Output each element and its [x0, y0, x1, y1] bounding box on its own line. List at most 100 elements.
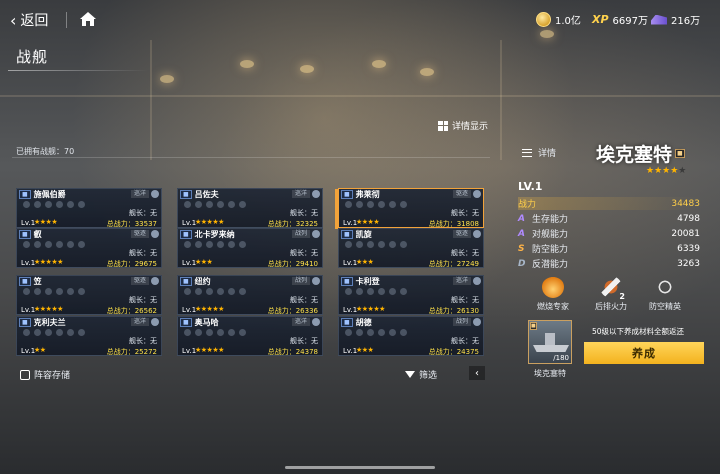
ship-type-badge: 战列 — [291, 277, 310, 285]
ship-card[interactable]: ■ 纽约 战列 舰长：无 Lv.1 ★★★★★ 总战力：26336 — [177, 275, 323, 315]
nation-icon — [151, 190, 159, 198]
stat-value: 3263 — [677, 258, 700, 269]
ship-name: 克利夫兰 — [33, 317, 66, 327]
ship-thumbnail[interactable]: ■ /180 — [528, 320, 572, 364]
equip-slot-icon — [206, 241, 213, 248]
equip-slot-icon — [378, 241, 385, 248]
detail-display-toggle[interactable]: 详情显示 — [438, 119, 488, 132]
ship-type-badge: 驱逐 — [130, 230, 149, 238]
equip-slot-icon — [23, 241, 30, 248]
detail-button[interactable]: 详情 — [522, 146, 556, 159]
equip-slot-icon — [184, 241, 191, 248]
anti-air-icon — [654, 276, 676, 298]
stat-row-anti-ship: A 对舰能力 20081 — [518, 227, 700, 241]
equip-slot-icon — [356, 201, 363, 208]
equipment-slots — [23, 201, 85, 208]
filter-label: 筛选 — [419, 371, 438, 381]
ship-card[interactable]: ■ 笠驱逐 舰长：无 Lv.1 ★★★★★ 总战力：26562 — [16, 275, 162, 315]
equip-slot-icon — [367, 201, 374, 208]
stat-row-anti-air: S 防空能力 6339 — [518, 242, 700, 256]
ship-captain: 舰长：无 — [129, 337, 157, 345]
owned-count: 已拥有战舰：70 — [16, 147, 75, 156]
nation-icon — [151, 277, 159, 285]
ship-captain: 舰长：无 — [451, 337, 479, 345]
collapse-button[interactable]: ‹ — [469, 366, 485, 380]
ship-power: 总战力：26562 — [106, 307, 157, 315]
ship-class-icon: ■ — [180, 317, 192, 327]
chevron-left-icon: ‹ — [10, 10, 17, 30]
power-row: 战力 34483 — [518, 197, 700, 210]
ship-card[interactable]: ■ 奥马哈 巡洋 舰长：无 Lv.1 ★★★★★ 总战力：24378 — [177, 316, 323, 356]
home-icon[interactable] — [79, 11, 97, 27]
ship-type-badge: 巡洋 — [130, 318, 149, 326]
nation-icon — [473, 190, 481, 198]
equip-slot-icon — [184, 288, 191, 295]
ship-card[interactable]: ■ 吕佐夫 巡洋 舰长：无 Lv.1 ★★★★★ 总战力：32325 — [177, 188, 323, 228]
hangar-beam — [0, 95, 720, 97]
equip-slot-icon — [389, 201, 396, 208]
top-bar: ‹ 返回 1.0亿 XP 6697万 216万 — [0, 0, 720, 40]
equip-slot-icon — [217, 288, 224, 295]
ship-captain: 舰长：无 — [290, 209, 318, 217]
ship-card[interactable]: ■ 卡利登 巡洋 舰长：无 Lv.1 ★★★★★ 总战力：26130 — [338, 275, 484, 315]
chevron-left-icon: ‹ — [475, 367, 479, 379]
equip-slot-icon — [45, 241, 52, 248]
equip-slot-icon — [378, 201, 385, 208]
fire-icon — [542, 276, 564, 298]
ship-card[interactable]: ■ 胡德 战列 舰长：无 Lv.1 ★★★ 总战力：24375 — [338, 316, 484, 356]
ship-resource: 216万 — [651, 12, 700, 27]
ship-captain: 舰长：无 — [290, 337, 318, 345]
ship-level: LV.1 — [518, 180, 543, 193]
filled-stars: ★★★★ — [646, 166, 679, 176]
ship-name: 吕佐夫 — [194, 189, 219, 199]
ship-captain: 舰长：无 — [129, 296, 157, 304]
thumbnail-label: 埃克塞特 — [534, 369, 566, 378]
ship-power: 总战力：26130 — [428, 307, 479, 315]
equip-slot-icon — [400, 241, 407, 248]
equip-slot-icon — [228, 329, 235, 336]
ship-card[interactable]: ■ 克利夫兰 巡洋 舰长：无 Lv.1 ★★ 总战力：25272 — [16, 316, 162, 356]
ship-type-badge: 驱逐 — [130, 277, 149, 285]
equip-slot-icon — [34, 201, 41, 208]
ship-card-header: ■ 笠 驱逐 — [17, 276, 161, 286]
menu-icon — [522, 148, 532, 157]
equipment-slots — [184, 241, 246, 248]
skill-rear-firepower[interactable]: 2 后排火力 — [586, 276, 636, 312]
skill-anti-air-elite[interactable]: 防空精英 — [640, 276, 690, 312]
ship-card[interactable]: ■ 弗莱彻 驱逐 舰长：无 Lv.1 ★★★★ 总战力：31808 — [335, 188, 484, 229]
stat-value: 20081 — [671, 228, 700, 239]
ship-card[interactable]: ■ 叡驱逐 舰长：无 Lv.1 ★★★★★ 总战力：29675 — [16, 228, 162, 268]
ship-card-header: ■ 卡利登 巡洋 — [339, 276, 483, 286]
equip-slot-icon — [206, 329, 213, 336]
ship-tag-icon: ■ — [530, 322, 537, 330]
ship-name: 笠 — [33, 276, 42, 286]
ship-power: 总战力：29410 — [267, 260, 318, 268]
ship-card[interactable]: ■ 凯旋 驱逐 舰长：无 Lv.1 ★★★ 总战力：27249 — [338, 228, 484, 268]
equip-slot-icon — [195, 329, 202, 336]
coin-icon — [536, 12, 551, 27]
equipment-slots — [23, 329, 85, 336]
back-label: 返回 — [20, 13, 49, 29]
missile-icon: 2 — [600, 276, 625, 301]
equip-slot-icon — [367, 329, 374, 336]
ship-captain: 舰长：无 — [451, 209, 479, 217]
ship-stars: ★★★ — [356, 258, 374, 266]
stat-row-anti-sub: D 反潜能力 3263 — [518, 257, 700, 271]
ship-card[interactable]: ■ 施佩伯爵 巡洋 舰长：无 Lv.1 ★★★★ 总战力：33537 — [16, 188, 162, 228]
filter-icon — [405, 371, 415, 378]
ship-type-badge: 巡洋 — [130, 190, 149, 198]
equip-slot-icon — [56, 329, 63, 336]
formation-storage-button[interactable]: 阵容存储 — [20, 368, 70, 381]
ship-class-icon: ■ — [180, 229, 192, 239]
equip-slot-icon — [356, 241, 363, 248]
back-button[interactable]: ‹ 返回 — [10, 10, 48, 30]
skill-fire-expert[interactable]: 燃烧专家 — [528, 276, 578, 312]
ship-card[interactable]: ■ 北卡罗来纳 战列 舰长：无 Lv.1 ★★★ 总战力：29410 — [177, 228, 323, 268]
power-value: 34483 — [671, 198, 700, 209]
equipment-slots — [184, 201, 246, 208]
develop-button[interactable]: 养成 — [584, 342, 704, 364]
filter-button[interactable]: 筛选 — [405, 368, 437, 381]
ship-stars: ★★★★★ — [34, 258, 63, 266]
equip-slot-icon — [345, 241, 352, 248]
stat-label: 防空能力 — [532, 245, 569, 255]
